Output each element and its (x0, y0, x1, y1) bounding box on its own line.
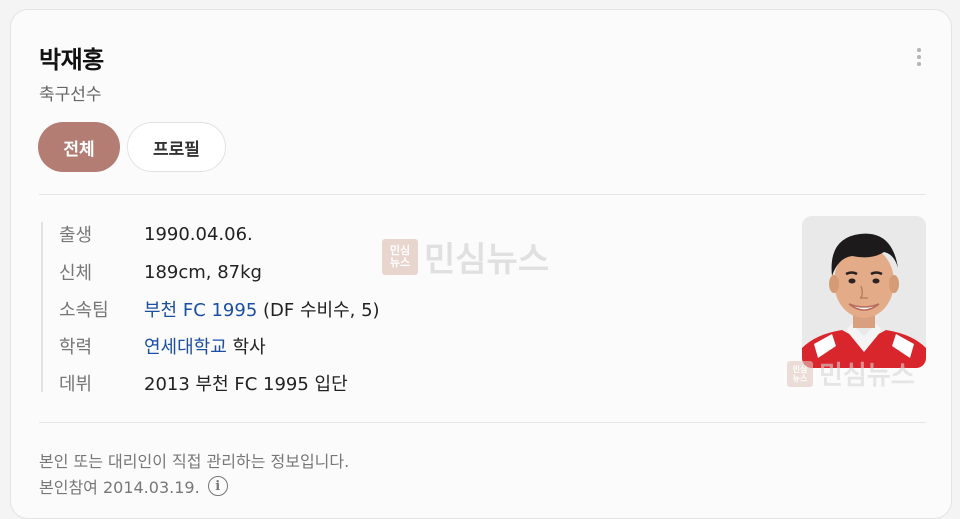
education-degree: 학사 (226, 337, 266, 358)
management-notice: 본인 또는 대리인이 직접 관리하는 정보입니다. (39, 452, 350, 471)
person-name: 박재홍 (39, 46, 104, 74)
watermark: 민심 뉴스 민심뉴스 (382, 232, 549, 281)
info-list-bar (41, 222, 43, 392)
watermark-text: 민심뉴스 (424, 240, 550, 280)
education-link[interactable]: 연세대학교 (144, 337, 227, 358)
divider (39, 194, 926, 195)
education-value: 연세대학교 학사 (144, 333, 266, 359)
debut-value: 2013 부천 FC 1995 입단 (144, 374, 348, 395)
info-row-debut: 데뷔 2013 부천 FC 1995 입단 (59, 370, 348, 396)
tab-profile[interactable]: 프로필 (127, 122, 226, 172)
divider (39, 422, 926, 423)
info-row-team: 소속팀 부천 FC 1995 (DF 수비수, 5) (59, 296, 380, 322)
team-link[interactable]: 부천 FC 1995 (144, 300, 257, 321)
more-vertical-icon[interactable] (912, 48, 926, 70)
team-label: 소속팀 (59, 300, 109, 321)
birth-label: 출생 (59, 225, 93, 246)
tab-all[interactable]: 전체 (38, 122, 120, 172)
info-row-education: 학력 연세대학교 학사 (59, 333, 266, 359)
info-row-birth: 출생 1990.04.06. (59, 221, 253, 247)
registration-text: 본인참여 2014.03.19. (39, 478, 200, 497)
team-position: (DF 수비수, 5) (257, 300, 380, 321)
player-portrait-image (802, 216, 926, 368)
education-label: 학력 (59, 337, 93, 358)
body-label: 신체 (59, 263, 93, 284)
profile-photo[interactable] (802, 216, 926, 368)
registration-info: 본인참여 2014.03.19. i (39, 474, 228, 498)
body-value: 189cm, 87kg (144, 261, 262, 283)
debut-label: 데뷔 (59, 374, 93, 395)
birth-value: 1990.04.06. (144, 223, 253, 245)
person-occupation: 축구선수 (39, 85, 102, 105)
info-row-body: 신체 189cm, 87kg (59, 259, 262, 285)
info-icon[interactable]: i (207, 476, 228, 496)
watermark-logo: 민심 뉴스 (382, 238, 418, 275)
profile-card: 박재홍 축구선수 전체 프로필 출생 1990.04.06. 신체 189cm,… (10, 9, 952, 519)
team-value: 부천 FC 1995 (DF 수비수, 5) (144, 296, 380, 322)
